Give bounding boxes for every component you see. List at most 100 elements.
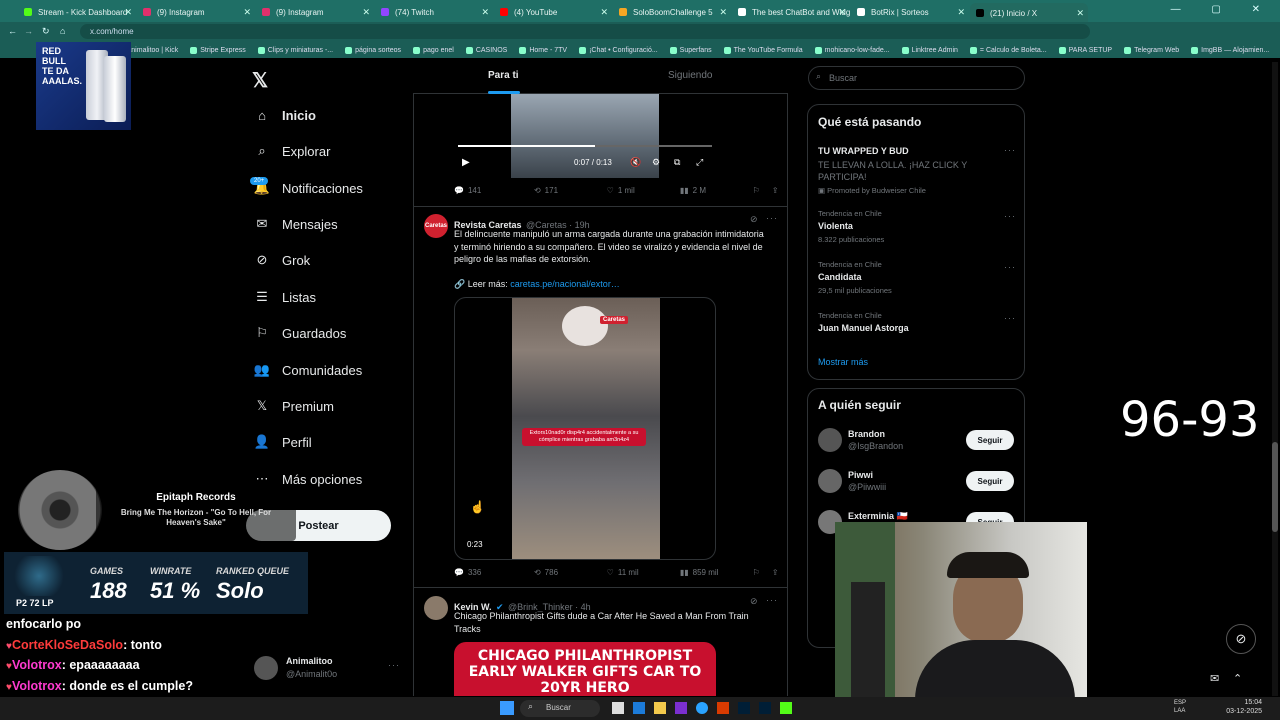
bookmark-icon[interactable]: ⚐ (753, 186, 760, 195)
nav-item-grok[interactable]: ⊘ Grok (254, 246, 311, 274)
video-progress[interactable] (458, 145, 712, 147)
bookmark-item[interactable]: = Calculo de Boleta... (969, 46, 1047, 54)
window-controls[interactable]: — ▢ ✕ (1171, 4, 1274, 15)
nav-item-comunidades[interactable]: 👥 Comunidades (254, 356, 362, 384)
home-icon[interactable]: ⌂ (60, 26, 65, 36)
follow-button[interactable]: Seguir (966, 471, 1014, 491)
share-icon[interactable]: ⇪ (772, 568, 779, 577)
bookmark-item[interactable]: ImgBB — Alojamien... (1191, 46, 1269, 54)
nav-item-inicio[interactable]: ⌂ Inicio (254, 101, 316, 129)
pip-icon[interactable]: ⧉ (674, 157, 680, 168)
x-logo-icon[interactable]: 𝕏 (252, 68, 268, 93)
repost-icon[interactable]: ⟲ (534, 186, 541, 195)
browser-tab[interactable]: BotRix | Sorteos ✕ (851, 2, 969, 22)
repost-icon[interactable]: ⟲ (534, 568, 541, 577)
follow-name[interactable]: Piwwi (848, 470, 873, 480)
views-icon[interactable]: ▮▮ (680, 186, 689, 195)
clock-time[interactable]: 15:04 (1226, 699, 1262, 706)
avatar[interactable] (818, 469, 842, 493)
close-tab-icon[interactable]: ✕ (124, 7, 132, 18)
avatar[interactable]: Caretas (424, 214, 448, 238)
mute-icon[interactable]: 🔇 (630, 157, 641, 168)
back-icon[interactable]: ← (8, 26, 17, 36)
more-icon[interactable]: ··· (766, 213, 778, 223)
nav-item-guardados[interactable]: ⚐ Guardados (254, 319, 346, 347)
chrome-icon[interactable] (696, 702, 708, 714)
bookmark-item[interactable]: página sorteos (345, 46, 401, 54)
search-input[interactable]: Buscar (808, 66, 1025, 90)
more-icon[interactable]: ··· (766, 595, 778, 605)
avatar[interactable] (818, 428, 842, 452)
nav-item-mensajes[interactable]: ✉ Mensajes (254, 210, 338, 238)
tweet-video[interactable]: ▶ 0:07 / 0:13 🔇 ⚙ ⧉ ⤢ (454, 94, 716, 178)
url-field[interactable]: x.com/home (80, 24, 1090, 39)
reply-icon[interactable]: 💬 (454, 568, 464, 577)
bookmark-item[interactable]: CASINOS (465, 46, 507, 54)
more-icon[interactable]: ··· (1004, 211, 1016, 221)
trend-name[interactable]: Violenta (818, 221, 853, 231)
avatar[interactable] (424, 596, 448, 620)
photoshop-icon[interactable] (759, 702, 771, 714)
app-icon[interactable] (717, 702, 729, 714)
browser-tab[interactable]: (21) Inicio / X ✕ (970, 3, 1088, 23)
promo-title[interactable]: TU WRAPPED Y BUD (818, 146, 909, 156)
close-tab-icon[interactable]: ✕ (243, 7, 251, 18)
tab-following[interactable]: Siguiendo (668, 70, 712, 81)
store-icon[interactable] (633, 702, 645, 714)
nav-item-explorar[interactable]: ⌕ Explorar (254, 137, 330, 165)
grok-icon[interactable]: ⊘ (750, 596, 758, 607)
more-icon[interactable]: ··· (1004, 145, 1016, 155)
browser-tab[interactable]: SoloBoomChallenge 5 ✕ (613, 2, 731, 22)
show-more-link[interactable]: Mostrar más (818, 357, 868, 367)
settings-icon[interactable]: ⚙ (652, 157, 660, 168)
more-icon[interactable]: ··· (1004, 313, 1016, 323)
like-icon[interactable]: ♡ (607, 186, 614, 195)
like-icon[interactable]: ♡ (607, 568, 614, 577)
share-icon[interactable]: ⇪ (772, 186, 779, 195)
tweet-image[interactable]: CHICAGO PHILANTHROPIST EARLY WALKER GIFT… (454, 642, 716, 696)
bookmark-icon[interactable]: ⚐ (753, 568, 760, 577)
close-tab-icon[interactable]: ✕ (719, 7, 727, 18)
close-tab-icon[interactable]: ✕ (600, 7, 608, 18)
clock-date[interactable]: 03-12-2025 (1222, 708, 1262, 715)
bookmark-item[interactable]: pago enel (413, 46, 454, 54)
tab-for-you[interactable]: Para ti (488, 70, 519, 81)
views-icon[interactable]: ▮▮ (680, 568, 689, 577)
expand-icon[interactable]: ⌃ (1233, 672, 1242, 685)
browser-tab[interactable]: (9) Instagram ✕ (256, 2, 374, 22)
start-icon[interactable] (500, 701, 514, 715)
nav-item-notificaciones[interactable]: 🔔 Notificaciones (254, 174, 363, 202)
more-icon[interactable]: ··· (1004, 262, 1016, 272)
grok-float-icon[interactable]: ⊘ (1226, 624, 1256, 654)
bookmark-item[interactable]: The YouTube Formula (723, 46, 803, 54)
grok-icon[interactable]: ⊘ (750, 214, 758, 225)
close-tab-icon[interactable]: ✕ (957, 7, 965, 18)
follow-name[interactable]: Exterminia 🇨🇱 (848, 511, 908, 522)
trend-name[interactable]: Juan Manuel Astorga (818, 323, 909, 333)
browser-tab[interactable]: The best ChatBot and Widgets✕ (732, 2, 850, 22)
app-icon[interactable] (675, 702, 687, 714)
browser-tab[interactable]: (74) Twitch ✕ (375, 2, 493, 22)
close-tab-icon[interactable]: ✕ (481, 7, 489, 18)
scrollbar[interactable] (1272, 62, 1278, 696)
app-icon[interactable] (780, 702, 792, 714)
follow-button[interactable]: Seguir (966, 430, 1014, 450)
bookmark-item[interactable]: Home - 7TV (519, 46, 567, 54)
follow-name[interactable]: Brandon (848, 429, 885, 439)
browser-tab[interactable]: (4) YouTube ✕ (494, 2, 612, 22)
nav-item-perfil[interactable]: 👤 Perfil (254, 428, 312, 456)
reload-icon[interactable]: ↻ (42, 26, 50, 37)
bookmark-item[interactable]: ¡Chat • Configuració... (579, 46, 658, 54)
nav-item-listas[interactable]: ☰ Listas (254, 283, 316, 311)
fullscreen-icon[interactable]: ⤢ (696, 157, 703, 168)
close-tab-icon[interactable]: ✕ (1076, 8, 1084, 19)
close-tab-icon[interactable]: ✕ (838, 7, 846, 18)
premiere-icon[interactable] (738, 702, 750, 714)
folder-icon[interactable] (654, 702, 666, 714)
forward-icon[interactable]: → (24, 26, 33, 36)
tweet-link[interactable]: caretas.pe/nacional/extor… (510, 279, 620, 289)
bookmark-item[interactable]: mohicano-low-fade... (814, 46, 890, 54)
close-tab-icon[interactable]: ✕ (362, 7, 370, 18)
bookmark-item[interactable]: Linktree Admin (901, 46, 958, 54)
bookmark-item[interactable]: Stripe Express (190, 46, 246, 54)
